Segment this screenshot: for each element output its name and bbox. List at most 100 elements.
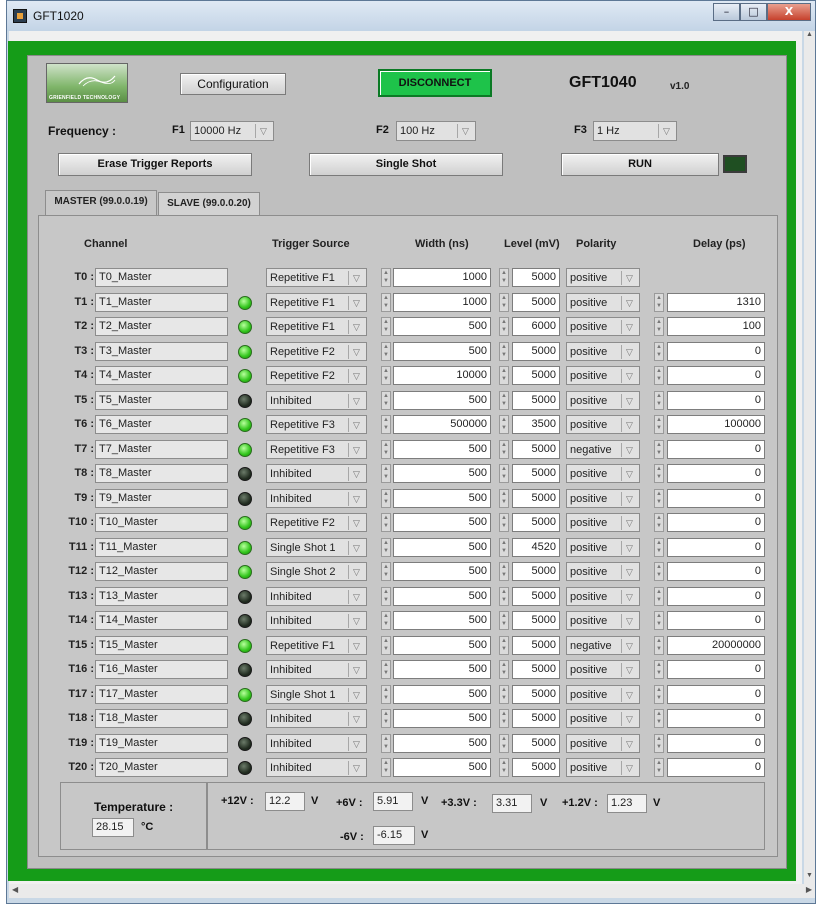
level-input[interactable]: 5000 [512,440,560,459]
width-input[interactable]: 500 [393,440,491,459]
delay-input[interactable]: 0 [667,391,765,410]
chevron-down-icon[interactable]: ▽ [348,688,364,702]
chevron-down-icon[interactable]: ▽ [621,761,637,775]
trigger-source-select[interactable]: Inhibited ▽ [266,611,367,630]
channel-name-input[interactable]: T18_Master [95,709,228,728]
trigger-source-select[interactable]: Repetitive F1 ▽ [266,293,367,312]
delay-stepper[interactable]: ▲ ▼ [654,636,664,655]
f3-select[interactable]: 1 Hz ▽ [593,121,677,141]
channel-name-input[interactable]: T8_Master [95,464,228,483]
level-input[interactable]: 5000 [512,758,560,777]
width-input[interactable]: 500 [393,391,491,410]
channel-name-input[interactable]: T19_Master [95,734,228,753]
polarity-select[interactable]: positive ▽ [566,342,640,361]
chevron-down-icon[interactable]: ▽ [621,271,637,285]
chevron-down-icon[interactable]: ▽ [348,271,364,285]
level-input[interactable]: 5000 [512,489,560,508]
chevron-down-icon[interactable]: ▽ [348,614,364,628]
trigger-source-select[interactable]: Repetitive F3 ▽ [266,440,367,459]
width-input[interactable]: 1000 [393,268,491,287]
level-input[interactable]: 5000 [512,611,560,630]
width-input[interactable]: 500 [393,587,491,606]
chevron-down-icon[interactable]: ▽ [348,663,364,677]
width-stepper[interactable]: ▲ ▼ [381,562,391,581]
width-stepper[interactable]: ▲ ▼ [381,636,391,655]
polarity-select[interactable]: positive ▽ [566,538,640,557]
channel-name-input[interactable]: T16_Master [95,660,228,679]
polarity-select[interactable]: positive ▽ [566,317,640,336]
chevron-down-icon[interactable]: ▽ [348,394,364,408]
delay-stepper[interactable]: ▲ ▼ [654,391,664,410]
level-input[interactable]: 4520 [512,538,560,557]
chevron-down-icon[interactable]: ▽ [621,737,637,751]
delay-stepper[interactable]: ▲ ▼ [654,464,664,483]
width-input[interactable]: 500 [393,660,491,679]
chevron-down-icon[interactable]: ▽ [348,712,364,726]
polarity-select[interactable]: negative ▽ [566,636,640,655]
level-stepper[interactable]: ▲ ▼ [499,415,509,434]
width-stepper[interactable]: ▲ ▼ [381,342,391,361]
chevron-down-icon[interactable]: ▽ [621,712,637,726]
polarity-select[interactable]: positive ▽ [566,611,640,630]
chevron-down-icon[interactable]: ▽ [348,296,364,310]
trigger-source-select[interactable]: Repetitive F2 ▽ [266,366,367,385]
polarity-select[interactable]: positive ▽ [566,587,640,606]
vertical-scrollbar[interactable]: ▲ ▼ [804,31,815,884]
width-stepper[interactable]: ▲ ▼ [381,391,391,410]
width-input[interactable]: 500 [393,685,491,704]
channel-name-input[interactable]: T4_Master [95,366,228,385]
level-stepper[interactable]: ▲ ▼ [499,636,509,655]
chevron-down-icon[interactable]: ▽ [621,565,637,579]
delay-input[interactable]: 0 [667,734,765,753]
chevron-down-icon[interactable]: ▽ [348,369,364,383]
trigger-source-select[interactable]: Inhibited ▽ [266,587,367,606]
width-stepper[interactable]: ▲ ▼ [381,660,391,679]
channel-name-input[interactable]: T6_Master [95,415,228,434]
delay-stepper[interactable]: ▲ ▼ [654,611,664,630]
delay-stepper[interactable]: ▲ ▼ [654,685,664,704]
delay-input[interactable]: 0 [667,538,765,557]
width-stepper[interactable]: ▲ ▼ [381,538,391,557]
delay-stepper[interactable]: ▲ ▼ [654,293,664,312]
f2-select[interactable]: 100 Hz ▽ [396,121,476,141]
delay-input[interactable]: 0 [667,587,765,606]
delay-input[interactable]: 0 [667,440,765,459]
width-input[interactable]: 500 [393,489,491,508]
delay-input[interactable]: 0 [667,758,765,777]
delay-stepper[interactable]: ▲ ▼ [654,489,664,508]
disconnect-button[interactable]: DISCONNECT [378,69,492,97]
level-input[interactable]: 5000 [512,513,560,532]
chevron-down-icon[interactable]: ▽ [621,541,637,555]
configuration-button[interactable]: Configuration [180,73,286,95]
delay-stepper[interactable]: ▲ ▼ [654,734,664,753]
run-button[interactable]: RUN [561,153,719,176]
level-input[interactable]: 5000 [512,709,560,728]
chevron-down-icon[interactable]: ▽ [621,296,637,310]
width-input[interactable]: 500 [393,734,491,753]
chevron-down-icon[interactable]: ▽ [348,443,364,457]
level-stepper[interactable]: ▲ ▼ [499,489,509,508]
delay-input[interactable]: 0 [667,709,765,728]
trigger-source-select[interactable]: Repetitive F1 ▽ [266,268,367,287]
level-stepper[interactable]: ▲ ▼ [499,440,509,459]
f1-select[interactable]: 10000 Hz ▽ [190,121,274,141]
width-stepper[interactable]: ▲ ▼ [381,440,391,459]
width-input[interactable]: 500000 [393,415,491,434]
chevron-down-icon[interactable]: ▽ [457,124,473,138]
delay-stepper[interactable]: ▲ ▼ [654,317,664,336]
channel-name-input[interactable]: T1_Master [95,293,228,312]
chevron-down-icon[interactable]: ▽ [621,369,637,383]
polarity-select[interactable]: positive ▽ [566,268,640,287]
trigger-source-select[interactable]: Repetitive F1 ▽ [266,317,367,336]
channel-name-input[interactable]: T15_Master [95,636,228,655]
level-stepper[interactable]: ▲ ▼ [499,391,509,410]
polarity-select[interactable]: positive ▽ [566,415,640,434]
level-input[interactable]: 3500 [512,415,560,434]
chevron-down-icon[interactable]: ▽ [658,124,674,138]
level-stepper[interactable]: ▲ ▼ [499,317,509,336]
delay-input[interactable]: 0 [667,660,765,679]
delay-input[interactable]: 0 [667,611,765,630]
delay-input[interactable]: 100000 [667,415,765,434]
channel-name-input[interactable]: T7_Master [95,440,228,459]
width-stepper[interactable]: ▲ ▼ [381,587,391,606]
